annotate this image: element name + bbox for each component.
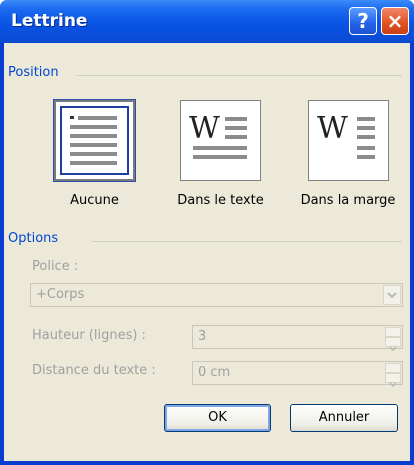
text-line-icon [70, 152, 117, 156]
font-select[interactable]: +Corps [30, 283, 403, 307]
height-label: Hauteur (lignes) : [32, 328, 146, 343]
text-line-icon [357, 135, 375, 139]
options-group-divider [92, 241, 402, 242]
distance-label: Distance du texte : [32, 363, 156, 378]
cancel-button[interactable]: Annuler [290, 404, 398, 432]
text-line-icon [70, 125, 117, 129]
position-option-none[interactable] [53, 99, 136, 182]
chevron-down-icon[interactable] [383, 285, 401, 305]
window-frame-bottom [0, 461, 414, 465]
close-button[interactable]: × [381, 7, 409, 35]
drop-letter-mark [70, 116, 74, 119]
text-line-icon [70, 161, 117, 165]
height-spinner-value: 3 [198, 329, 207, 344]
position-option-dropped[interactable]: W [180, 100, 261, 181]
height-spinner[interactable]: 3 [192, 325, 403, 352]
text-line-icon [78, 116, 117, 120]
height-spin-buttons[interactable] [385, 327, 401, 352]
text-line-icon [70, 134, 117, 138]
drop-letter-icon: W [189, 111, 220, 146]
font-label: Police : [32, 259, 79, 274]
position-group-divider [76, 75, 402, 76]
text-line-icon [193, 146, 247, 150]
spin-up-icon[interactable] [385, 363, 401, 378]
text-line-icon [357, 146, 375, 150]
distance-spinner-value: 0 cm [198, 365, 231, 380]
text-line-icon [357, 117, 375, 121]
spin-up-icon[interactable] [385, 327, 401, 342]
help-button[interactable]: ? [349, 7, 377, 35]
distance-spin-buttons[interactable] [385, 363, 401, 388]
spin-down-icon[interactable] [385, 373, 401, 388]
dialog-window: Lettrine ? × Position Aucune W Dans le t… [0, 0, 414, 465]
distance-spinner[interactable]: 0 cm [192, 361, 403, 388]
text-line-icon [225, 135, 247, 139]
text-line-icon [70, 143, 117, 147]
position-option-dropped-label[interactable]: Dans le texte [166, 193, 275, 208]
position-option-margin[interactable]: W [308, 100, 389, 181]
title-bar[interactable]: Lettrine ? × [0, 0, 414, 43]
drop-letter-icon: W [317, 111, 348, 146]
dialog-title: Lettrine [11, 11, 88, 31]
position-option-margin-label[interactable]: Dans la marge [292, 193, 404, 208]
text-line-icon [193, 155, 247, 159]
text-line-icon [225, 126, 247, 130]
text-line-icon [357, 126, 375, 130]
ok-button[interactable]: OK [164, 404, 271, 432]
window-frame-right [410, 43, 414, 465]
font-select-value: +Corps [36, 287, 85, 302]
text-line-icon [225, 117, 247, 121]
dialog-client-area: Position Aucune W Dans le texte W Dans l… [4, 43, 410, 461]
position-group-label: Position [8, 65, 59, 80]
text-line-icon [357, 155, 375, 159]
position-option-none-label[interactable]: Aucune [48, 193, 141, 208]
options-group-label: Options [8, 231, 59, 246]
spin-down-icon[interactable] [385, 337, 401, 352]
